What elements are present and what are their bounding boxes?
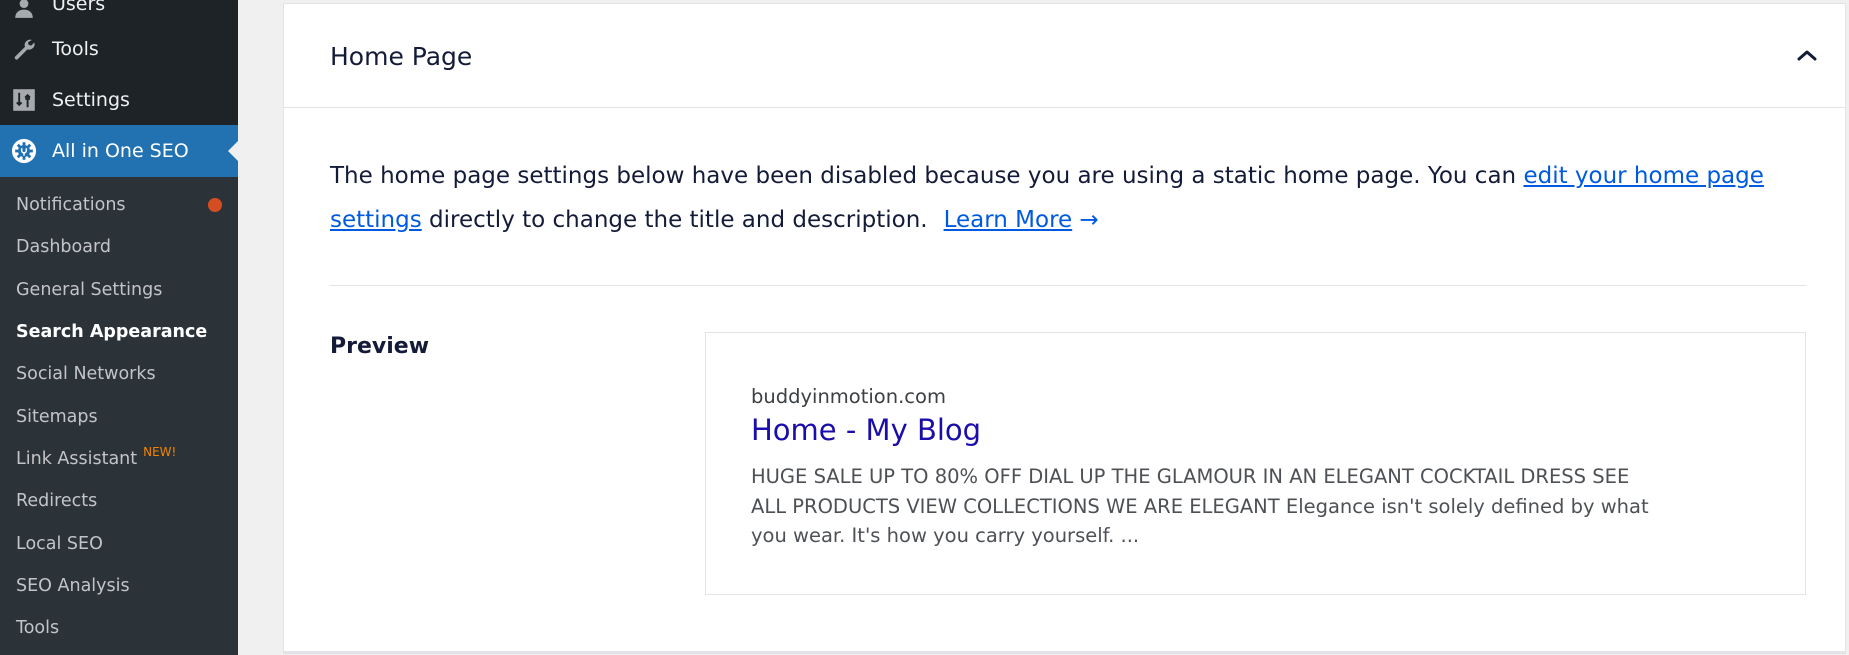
submenu-item-label: Social Networks [16,364,156,385]
submenu-item-label: General Settings [16,279,163,300]
user-icon [11,0,37,21]
static-home-page-notice: The home page settings below have been d… [330,154,1810,242]
submenu-item-label: Local SEO [16,533,103,554]
submenu-item-social-networks[interactable]: Social Networks [0,353,238,395]
wrench-icon [11,36,37,62]
aioseo-submenu: Notifications Dashboard General Settings… [0,177,238,649]
settings-sliders-icon [11,87,37,113]
menu-item-users[interactable]: Users [0,0,238,23]
submenu-item-label: Sitemaps [16,406,98,427]
submenu-item-label: Notifications [16,195,126,216]
submenu-item-label: Dashboard [16,237,111,258]
new-badge: NEW! [143,444,177,459]
chevron-up-icon [1796,47,1818,66]
submenu-item-general-settings[interactable]: General Settings [0,269,238,311]
menu-item-label: Tools [52,37,99,60]
submenu-item-redirects[interactable]: Redirects [0,480,238,522]
submenu-item-tools[interactable]: Tools [0,607,238,649]
menu-item-label: Users [52,0,106,15]
collapse-toggle-button[interactable] [1791,40,1823,72]
serp-description: HUGE SALE UP TO 80% OFF DIAL UP THE GLAM… [751,465,1649,547]
notice-text: directly to change the title and descrip… [421,207,928,233]
preview-label: Preview [330,334,430,359]
card-title: Home Page [330,42,473,71]
notice-text: The home page settings below have been d… [330,163,1524,189]
submenu-item-search-appearance[interactable]: Search Appearance [0,311,238,353]
submenu-item-label: Redirects [16,491,98,512]
submenu-item-seo-analysis[interactable]: SEO Analysis [0,565,238,607]
home-page-settings-card: Home Page The home page settings below h… [283,3,1846,652]
card-header[interactable]: Home Page [284,4,1845,108]
submenu-item-sitemaps[interactable]: Sitemaps [0,395,238,437]
arrow-right-icon: → [1079,207,1099,233]
notification-dot-badge [208,198,222,213]
menu-item-tools[interactable]: Tools [0,23,238,74]
submenu-item-local-seo[interactable]: Local SEO [0,522,238,564]
menu-item-all-in-one-seo[interactable]: All in One SEO [0,125,238,177]
admin-top-menu: Users Tools Settings All in One SEO [0,0,238,177]
aioseo-gear-icon [11,138,37,164]
serp-preview: buddyinmotion.com Home - My Blog HUGE SA… [705,332,1806,595]
serp-domain: buddyinmotion.com [751,385,946,408]
learn-more-link[interactable]: Learn More [944,207,1073,233]
submenu-item-notifications[interactable]: Notifications [0,184,238,226]
menu-item-settings[interactable]: Settings [0,74,238,125]
submenu-item-label: Search Appearance [16,322,208,343]
submenu-item-link-assistant[interactable]: Link Assistant NEW! [0,438,238,480]
serp-title: Home - My Blog [751,413,982,447]
submenu-item-label: SEO Analysis [16,575,130,596]
section-divider [330,285,1806,286]
submenu-item-label: Tools [16,618,60,639]
submenu-item-label: Link Assistant [16,448,138,469]
menu-item-label: Settings [52,88,130,111]
submenu-item-dashboard[interactable]: Dashboard [0,226,238,268]
menu-item-label: All in One SEO [52,140,189,162]
admin-sidebar: Users Tools Settings All in One SEO Noti… [0,0,238,655]
